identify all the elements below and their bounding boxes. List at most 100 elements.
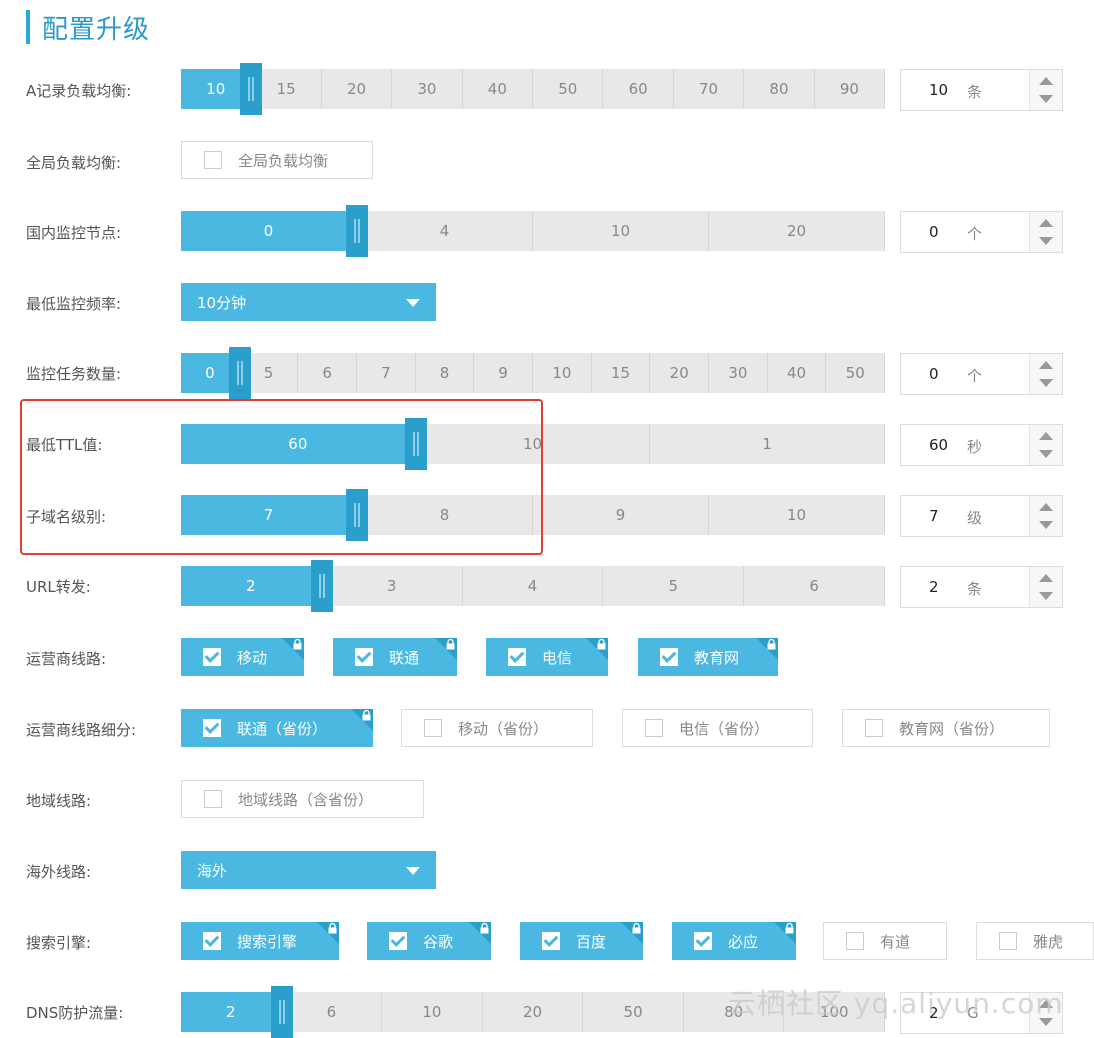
region-checkbox[interactable]: 地域线路（含省份） — [181, 780, 424, 818]
check-icon[interactable] — [203, 648, 221, 666]
slider-option[interactable]: 20 — [709, 211, 885, 251]
increment-arrow-icon[interactable] — [1039, 77, 1053, 85]
global-lb-checkbox[interactable]: 全局负载均衡 — [181, 141, 373, 179]
checkbox-box[interactable] — [204, 151, 222, 169]
slider-option[interactable]: 20 — [322, 69, 393, 109]
increment-arrow-icon[interactable] — [1039, 503, 1053, 511]
decrement-arrow-icon[interactable] — [1039, 592, 1053, 600]
slider-handle[interactable] — [270, 986, 293, 1038]
checkbox-box[interactable] — [865, 719, 883, 737]
slider-option[interactable]: 8 — [357, 495, 533, 535]
slider-option[interactable]: 9 — [533, 495, 709, 535]
isp-sub-edu-checkbox[interactable]: 教育网（省份） — [842, 709, 1050, 747]
slider-option[interactable]: 30 — [709, 353, 768, 393]
slider-option[interactable]: 50 — [533, 69, 604, 109]
search-yahoo-checkbox[interactable]: 雅虎 — [976, 922, 1094, 960]
stepper-value[interactable]: 0 — [929, 365, 939, 383]
decrement-arrow-icon[interactable] — [1039, 521, 1053, 529]
isp-sub-mobile-checkbox[interactable]: 移动（省份） — [401, 709, 593, 747]
stepper-arrows[interactable] — [1029, 425, 1062, 465]
slider-option[interactable]: 50 — [583, 992, 684, 1032]
slider-handle[interactable] — [228, 347, 251, 399]
task-count-stepper[interactable]: 0 个 — [900, 353, 1063, 395]
checkbox-box[interactable] — [204, 790, 222, 808]
check-icon[interactable] — [542, 932, 560, 950]
search-bing-checkbox[interactable]: 必应 — [672, 922, 796, 960]
search-youdao-checkbox[interactable]: 有道 — [823, 922, 947, 960]
slider-option[interactable]: 0 — [181, 211, 357, 251]
checkbox-box[interactable] — [846, 932, 864, 950]
slider-option[interactable]: 80 — [744, 69, 815, 109]
stepper-arrows[interactable] — [1029, 496, 1062, 536]
slider-option[interactable]: 30 — [392, 69, 463, 109]
check-icon[interactable] — [355, 648, 373, 666]
increment-arrow-icon[interactable] — [1039, 361, 1053, 369]
isp-telecom-checkbox[interactable]: 电信 — [486, 638, 608, 676]
slider-option[interactable]: 3 — [322, 566, 463, 606]
slider-option[interactable]: 60 — [603, 69, 674, 109]
slider-handle[interactable] — [240, 63, 263, 115]
isp-sub-telecom-checkbox[interactable]: 电信（省份） — [622, 709, 813, 747]
check-icon[interactable] — [389, 932, 407, 950]
slider-option[interactable]: 8 — [416, 353, 475, 393]
slider-option[interactable]: 4 — [357, 211, 533, 251]
slider-option[interactable]: 50 — [826, 353, 886, 393]
slider-option[interactable]: 40 — [768, 353, 827, 393]
check-icon[interactable] — [694, 932, 712, 950]
slider-option[interactable]: 5 — [603, 566, 745, 606]
decrement-arrow-icon[interactable] — [1039, 95, 1053, 103]
slider-handle[interactable] — [404, 418, 427, 470]
search-google-checkbox[interactable]: 谷歌 — [367, 922, 491, 960]
stepper-value[interactable]: 0 — [929, 223, 939, 241]
checkbox-box[interactable] — [999, 932, 1017, 950]
subdomain-slider[interactable]: 7 8 9 10 — [181, 489, 885, 541]
isp-edu-checkbox[interactable]: 教育网 — [638, 638, 778, 676]
url-forward-slider[interactable]: 23456 — [181, 560, 885, 612]
increment-arrow-icon[interactable] — [1039, 219, 1053, 227]
overseas-select[interactable]: 海外 — [181, 851, 436, 889]
stepper-value[interactable]: 60 — [929, 436, 948, 454]
increment-arrow-icon[interactable] — [1039, 574, 1053, 582]
decrement-arrow-icon[interactable] — [1039, 379, 1053, 387]
slider-option[interactable]: 6 — [298, 353, 358, 393]
slider-option[interactable]: 9 — [474, 353, 534, 393]
isp-unicom-checkbox[interactable]: 联通 — [333, 638, 457, 676]
slider-option[interactable]: 10 — [382, 992, 483, 1032]
decrement-arrow-icon[interactable] — [1039, 237, 1053, 245]
increment-arrow-icon[interactable] — [1039, 432, 1053, 440]
stepper-value[interactable]: 2 — [929, 578, 939, 596]
check-icon[interactable] — [660, 648, 678, 666]
slider-handle[interactable] — [346, 205, 368, 257]
slider-option[interactable]: 10 — [533, 353, 592, 393]
domestic-nodes-stepper[interactable]: 0 个 — [900, 211, 1063, 253]
slider-handle[interactable] — [310, 560, 333, 612]
checkbox-box[interactable] — [424, 719, 442, 737]
min-ttl-slider[interactable]: 60 10 1 — [181, 418, 886, 470]
slider-option[interactable]: 60 — [181, 424, 416, 464]
stepper-value[interactable]: 10 — [929, 81, 948, 99]
isp-sub-unicom-checkbox[interactable]: 联通（省份） — [181, 709, 373, 747]
checkbox-box[interactable] — [645, 719, 663, 737]
check-icon[interactable] — [203, 932, 221, 950]
slider-option[interactable]: 1 — [650, 424, 886, 464]
slider-option[interactable]: 10 — [416, 424, 651, 464]
slider-option[interactable]: 20 — [483, 992, 584, 1032]
subdomain-stepper[interactable]: 7 级 — [900, 495, 1063, 537]
a-record-slider[interactable]: 10 15 20 30 40 50 60 70 80 90 — [181, 63, 886, 115]
stepper-arrows[interactable] — [1029, 70, 1062, 110]
task-count-slider[interactable]: 0 5 6 7 8 9 10 15 20 30 40 50 — [181, 347, 886, 399]
a-record-stepper[interactable]: 10 条 — [900, 69, 1063, 111]
slider-option[interactable]: 20 — [650, 353, 710, 393]
slider-handle[interactable] — [346, 489, 368, 541]
search-baidu-checkbox[interactable]: 百度 — [520, 922, 643, 960]
stepper-arrows[interactable] — [1029, 354, 1062, 394]
decrement-arrow-icon[interactable] — [1039, 450, 1053, 458]
min-freq-select[interactable]: 10分钟 — [181, 283, 436, 321]
slider-option[interactable]: 6 — [744, 566, 885, 606]
stepper-value[interactable]: 7 — [929, 507, 939, 525]
slider-option[interactable]: 40 — [463, 69, 534, 109]
slider-option[interactable]: 10 — [533, 211, 709, 251]
url-forward-stepper[interactable]: 2 条 — [900, 566, 1063, 608]
search-engine-checkbox[interactable]: 搜索引擎 — [181, 922, 339, 960]
stepper-arrows[interactable] — [1029, 212, 1062, 252]
